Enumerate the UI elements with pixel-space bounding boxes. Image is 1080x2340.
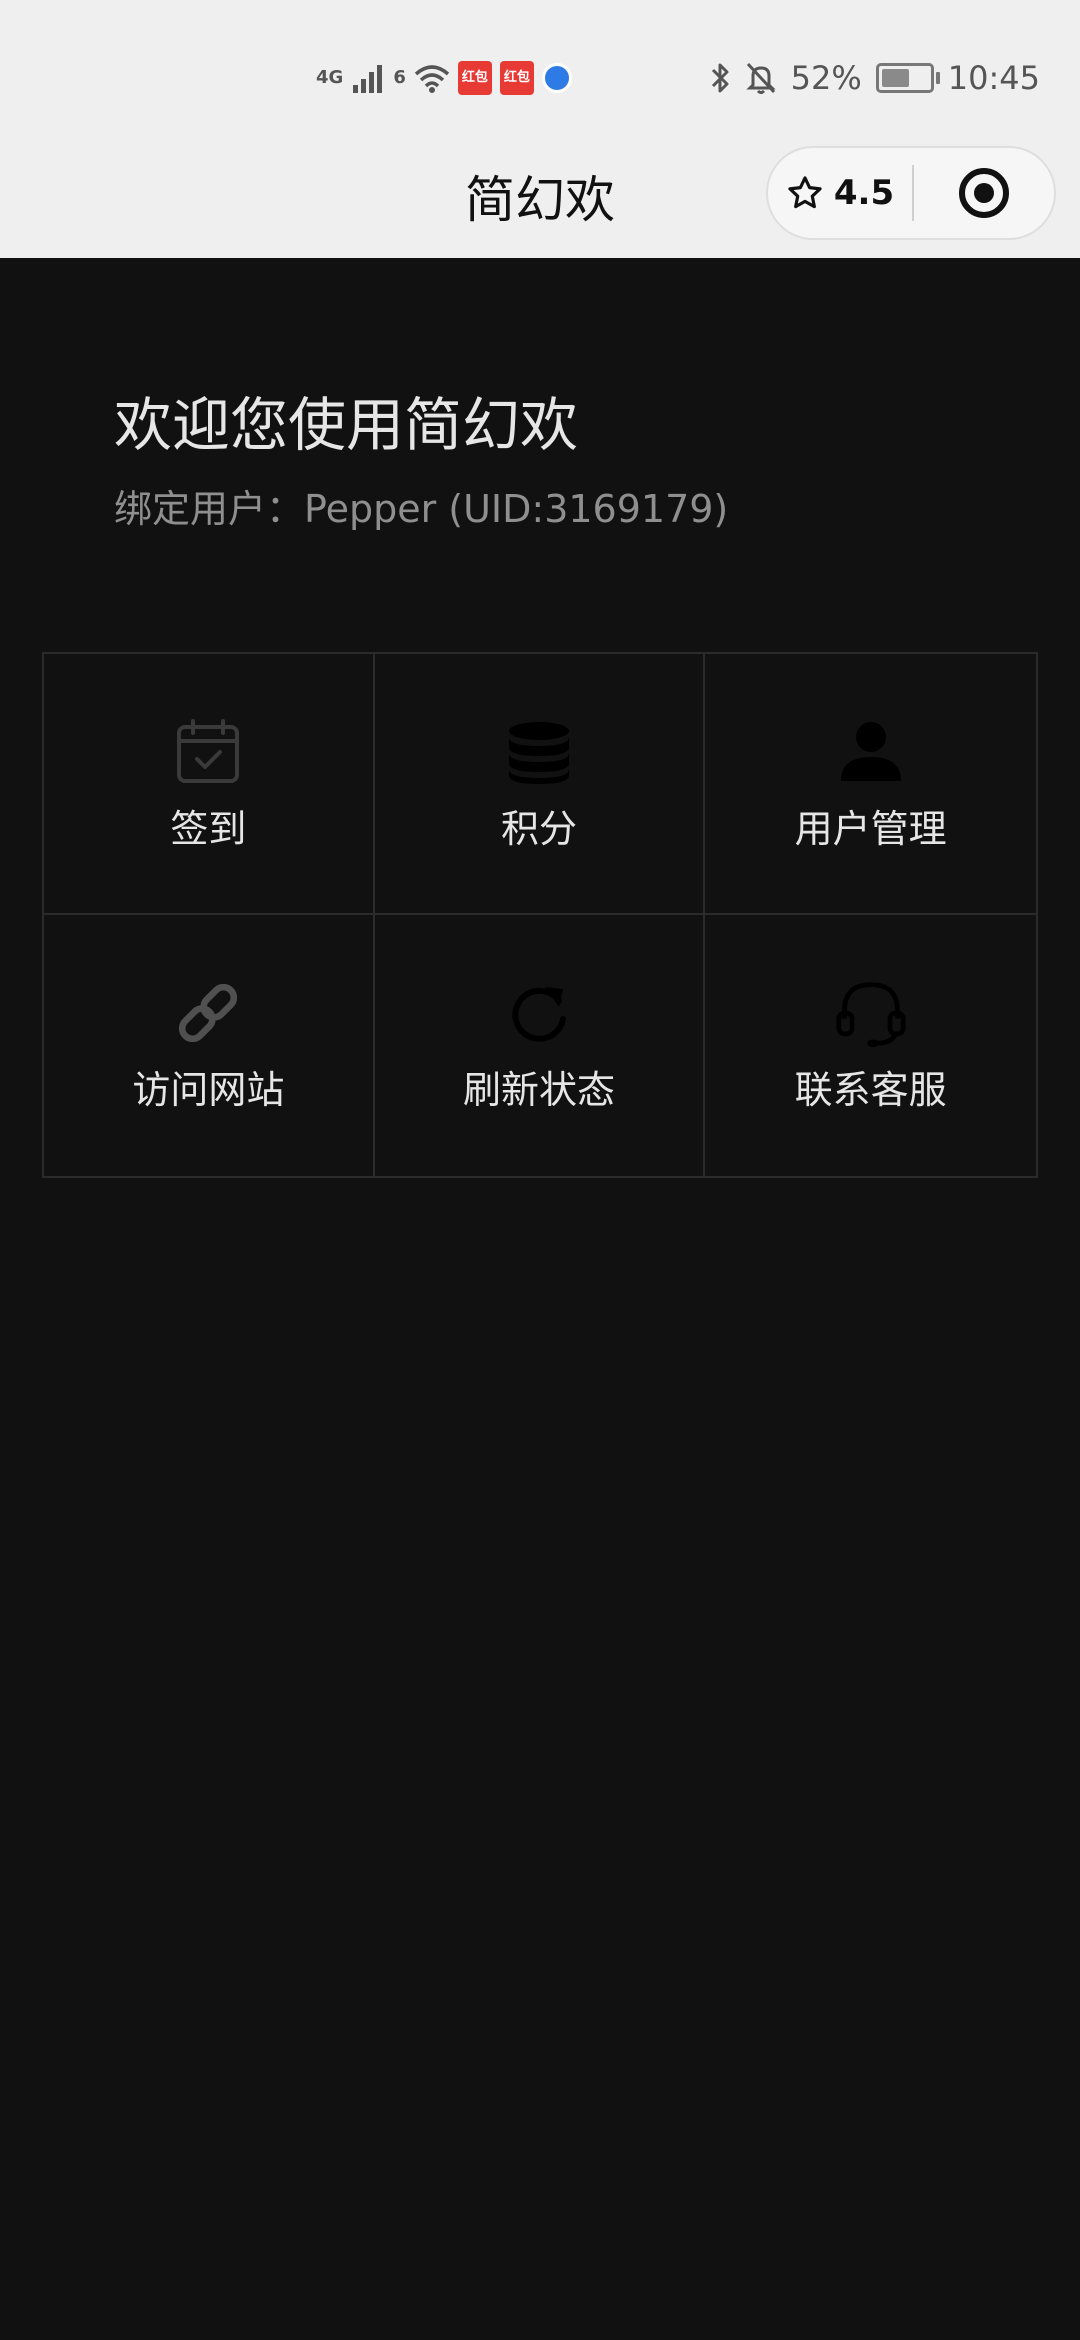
header-area: 4G 6 红包 红包 52% 10:45 简幻欢 4.5	[0, 0, 1080, 258]
menu-item-label: 刷新状态	[462, 1068, 615, 1112]
notification-badge-icon: 红包	[457, 61, 492, 95]
link-icon	[172, 977, 244, 1049]
menu-item-contact-support[interactable]: 联系客服	[705, 915, 1036, 1176]
menu-item-label: 访问网站	[132, 1068, 285, 1112]
rating-button[interactable]: 4.5	[768, 173, 912, 213]
calendar-check-icon	[172, 716, 244, 788]
bound-user-line: 绑定用户：Pepper (UID:3169179)	[114, 478, 728, 533]
menu-item-label: 签到	[170, 807, 247, 851]
status-right-icons: 52% 10:45	[709, 54, 1040, 102]
bound-user-label: 绑定用户：	[114, 487, 305, 531]
mute-bell-icon	[746, 62, 776, 94]
star-icon	[788, 176, 822, 209]
rating-value: 4.5	[833, 173, 895, 213]
wifi-label: 6	[393, 67, 406, 88]
coin-stack-icon	[503, 716, 575, 788]
battery-percent: 52%	[790, 59, 862, 97]
menu-item-label: 联系客服	[794, 1068, 947, 1112]
status-left-icons: 4G 6 红包 红包	[316, 56, 572, 100]
menu-grid: 签到 积分 用户管理 访问网站 刷新状态 联系客服	[42, 652, 1038, 1178]
app-notification-icon	[541, 63, 572, 93]
bluetooth-icon	[711, 63, 729, 93]
signal-icon	[353, 65, 383, 93]
target-icon	[959, 168, 1009, 218]
notification-badge-icon-2: 红包	[499, 61, 534, 95]
headset-icon	[835, 977, 907, 1049]
network-type-label: 4G	[316, 67, 344, 88]
wifi-icon	[414, 65, 449, 93]
battery-icon	[875, 63, 940, 93]
menu-item-checkin[interactable]: 签到	[44, 654, 375, 915]
close-miniprogram-button[interactable]	[914, 165, 1054, 221]
status-bar: 4G 6 红包 红包 52% 10:45	[0, 0, 1080, 150]
user-icon	[835, 716, 907, 788]
miniprogram-capsule: 4.5	[766, 146, 1056, 240]
bound-user-value: Pepper (UID:3169179)	[304, 487, 729, 531]
menu-item-user-management[interactable]: 用户管理	[705, 654, 1036, 915]
welcome-heading: 欢迎您使用简幻欢	[114, 391, 579, 459]
menu-item-refresh-status[interactable]: 刷新状态	[375, 915, 706, 1176]
menu-item-label: 积分	[500, 807, 577, 851]
refresh-icon	[503, 977, 575, 1049]
menu-item-visit-website[interactable]: 访问网站	[44, 915, 375, 1176]
menu-item-points[interactable]: 积分	[374, 654, 706, 915]
status-time: 10:45	[947, 59, 1040, 97]
menu-item-label: 用户管理	[794, 807, 947, 851]
